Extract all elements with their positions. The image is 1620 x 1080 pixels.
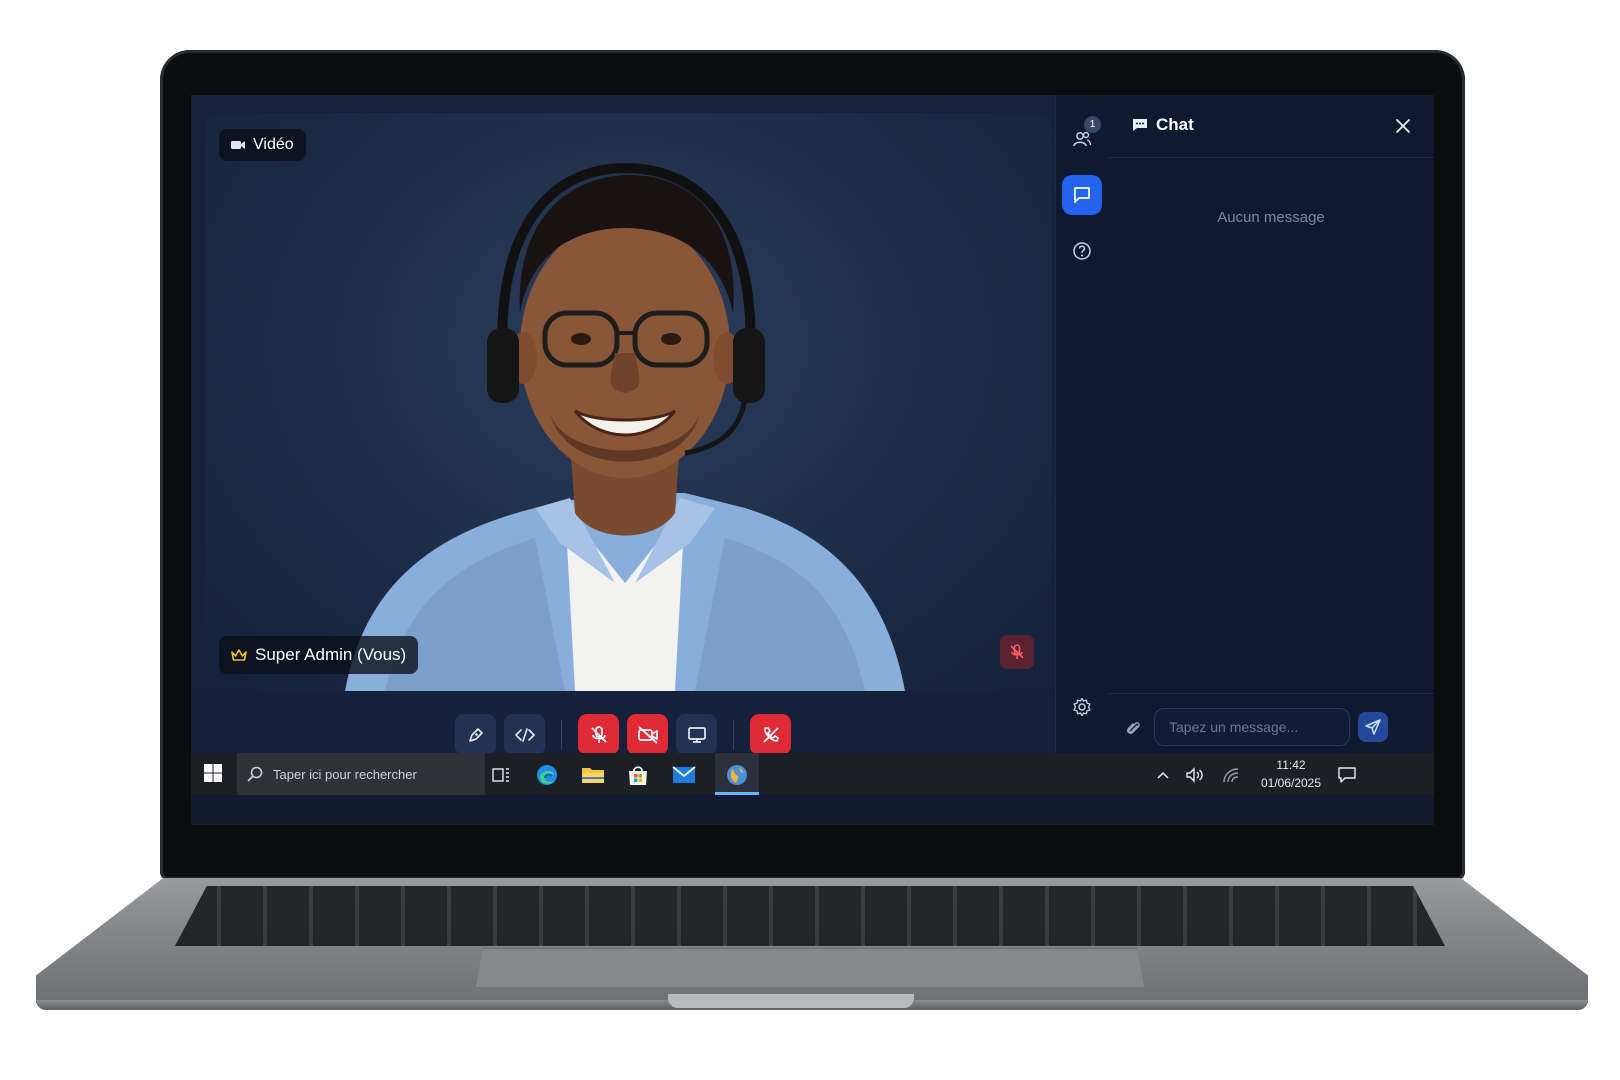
- code-icon: [514, 727, 535, 742]
- pen-tool-icon: [468, 727, 483, 742]
- end-call-button[interactable]: [750, 714, 791, 755]
- taskbar-search-box[interactable]: Taper ici pour rechercher: [237, 753, 485, 795]
- monitor-icon: [687, 726, 706, 743]
- taskbar-store[interactable]: [624, 761, 652, 789]
- gear-icon: [1073, 697, 1091, 717]
- send-icon: [1365, 719, 1381, 735]
- start-button[interactable]: [203, 763, 225, 785]
- taskbar-active-app[interactable]: [723, 761, 751, 789]
- video-label-badge: Vidéo: [219, 129, 306, 161]
- send-message-button[interactable]: [1358, 712, 1388, 742]
- annotate-button[interactable]: [455, 714, 496, 755]
- notifications-button[interactable]: [1337, 765, 1357, 785]
- participants-count-badge: 1: [1084, 116, 1101, 133]
- attach-file-button[interactable]: [1120, 715, 1146, 741]
- edge-browser-icon: [537, 765, 557, 785]
- toggle-microphone-button[interactable]: [578, 714, 619, 755]
- laptop-trackpad: [476, 948, 1144, 987]
- side-rail: 1: [1055, 95, 1109, 778]
- code-button[interactable]: [504, 714, 545, 755]
- video-call-app: Vidéo Super Admin (Vous) 1 Chat Aucun me…: [191, 95, 1434, 778]
- taskbar-search-placeholder: Taper ici pour rechercher: [273, 766, 417, 782]
- show-hidden-icons-button[interactable]: [1153, 765, 1173, 785]
- chevron-up-icon: [1157, 771, 1169, 779]
- toggle-camera-button[interactable]: [627, 714, 668, 755]
- os-taskbar: Taper ici pour rechercher 11:42 01/06/20…: [191, 753, 1434, 795]
- wifi-icon: [1223, 768, 1239, 783]
- chat-panel: Chat Aucun message: [1108, 95, 1434, 778]
- mic-off-icon: [1010, 644, 1024, 659]
- crown-icon: [231, 649, 247, 661]
- camera-off-icon: [637, 725, 658, 744]
- video-tile: Vidéo Super Admin (Vous): [205, 113, 1052, 691]
- controls-separator: [561, 719, 562, 750]
- chat-empty-state: Aucun message: [1217, 209, 1325, 226]
- folder-icon: [582, 768, 604, 783]
- chat-toggle-button[interactable]: [1062, 175, 1102, 215]
- close-chat-button[interactable]: [1392, 115, 1414, 137]
- task-view-icon: [492, 768, 509, 782]
- app-globe-icon: [727, 765, 747, 785]
- windows-logo-icon: [204, 764, 222, 782]
- task-view-button[interactable]: [487, 761, 515, 789]
- help-icon: [1073, 242, 1091, 260]
- taskbar-mail[interactable]: [670, 761, 698, 789]
- chat-bubble-icon: [1074, 187, 1090, 203]
- mic-off-icon: [590, 725, 607, 743]
- help-button[interactable]: [1062, 231, 1102, 271]
- speaker-icon: [1186, 767, 1203, 783]
- video-icon: [231, 141, 245, 149]
- phone-off-icon: [762, 726, 779, 743]
- laptop-notch: [668, 994, 914, 1008]
- taskbar-active-indicator: [715, 792, 759, 795]
- chat-message-input[interactable]: [1154, 708, 1350, 746]
- taskbar-clock[interactable]: 11:42 01/06/2025: [1255, 756, 1327, 792]
- controls-separator: [733, 719, 734, 750]
- chat-header: Chat: [1108, 95, 1434, 158]
- participant-name: Super Admin (Vous): [255, 645, 407, 664]
- chat-icon: [1133, 119, 1147, 131]
- settings-button[interactable]: [1062, 687, 1102, 727]
- users-icon: [1073, 131, 1092, 147]
- search-icon: [247, 766, 263, 782]
- paperclip-icon: [1126, 722, 1140, 735]
- chat-title: Chat: [1132, 115, 1194, 135]
- volume-button[interactable]: [1185, 765, 1205, 785]
- store-icon: [629, 766, 647, 785]
- share-screen-button[interactable]: [676, 714, 717, 755]
- clock-time: 11:42: [1276, 758, 1306, 772]
- video-label: Vidéo: [253, 136, 294, 153]
- laptop-keyboard: [175, 886, 1445, 946]
- taskbar-file-explorer[interactable]: [579, 761, 607, 789]
- participant-name-badge: Super Admin (Vous): [219, 636, 419, 674]
- participant-video-feed: [345, 162, 905, 691]
- laptop-screen: Vidéo Super Admin (Vous) 1 Chat Aucun me…: [191, 95, 1434, 825]
- participants-button[interactable]: 1: [1062, 116, 1102, 159]
- network-button[interactable]: [1221, 765, 1241, 785]
- notification-icon: [1338, 767, 1356, 783]
- participant-mic-muted-indicator: [1000, 635, 1034, 669]
- close-icon: [1396, 119, 1410, 133]
- clock-date: 01/06/2025: [1260, 776, 1322, 790]
- taskbar-edge-browser[interactable]: [533, 761, 561, 789]
- chat-title-text: Chat: [1156, 115, 1194, 134]
- mail-icon: [672, 766, 696, 783]
